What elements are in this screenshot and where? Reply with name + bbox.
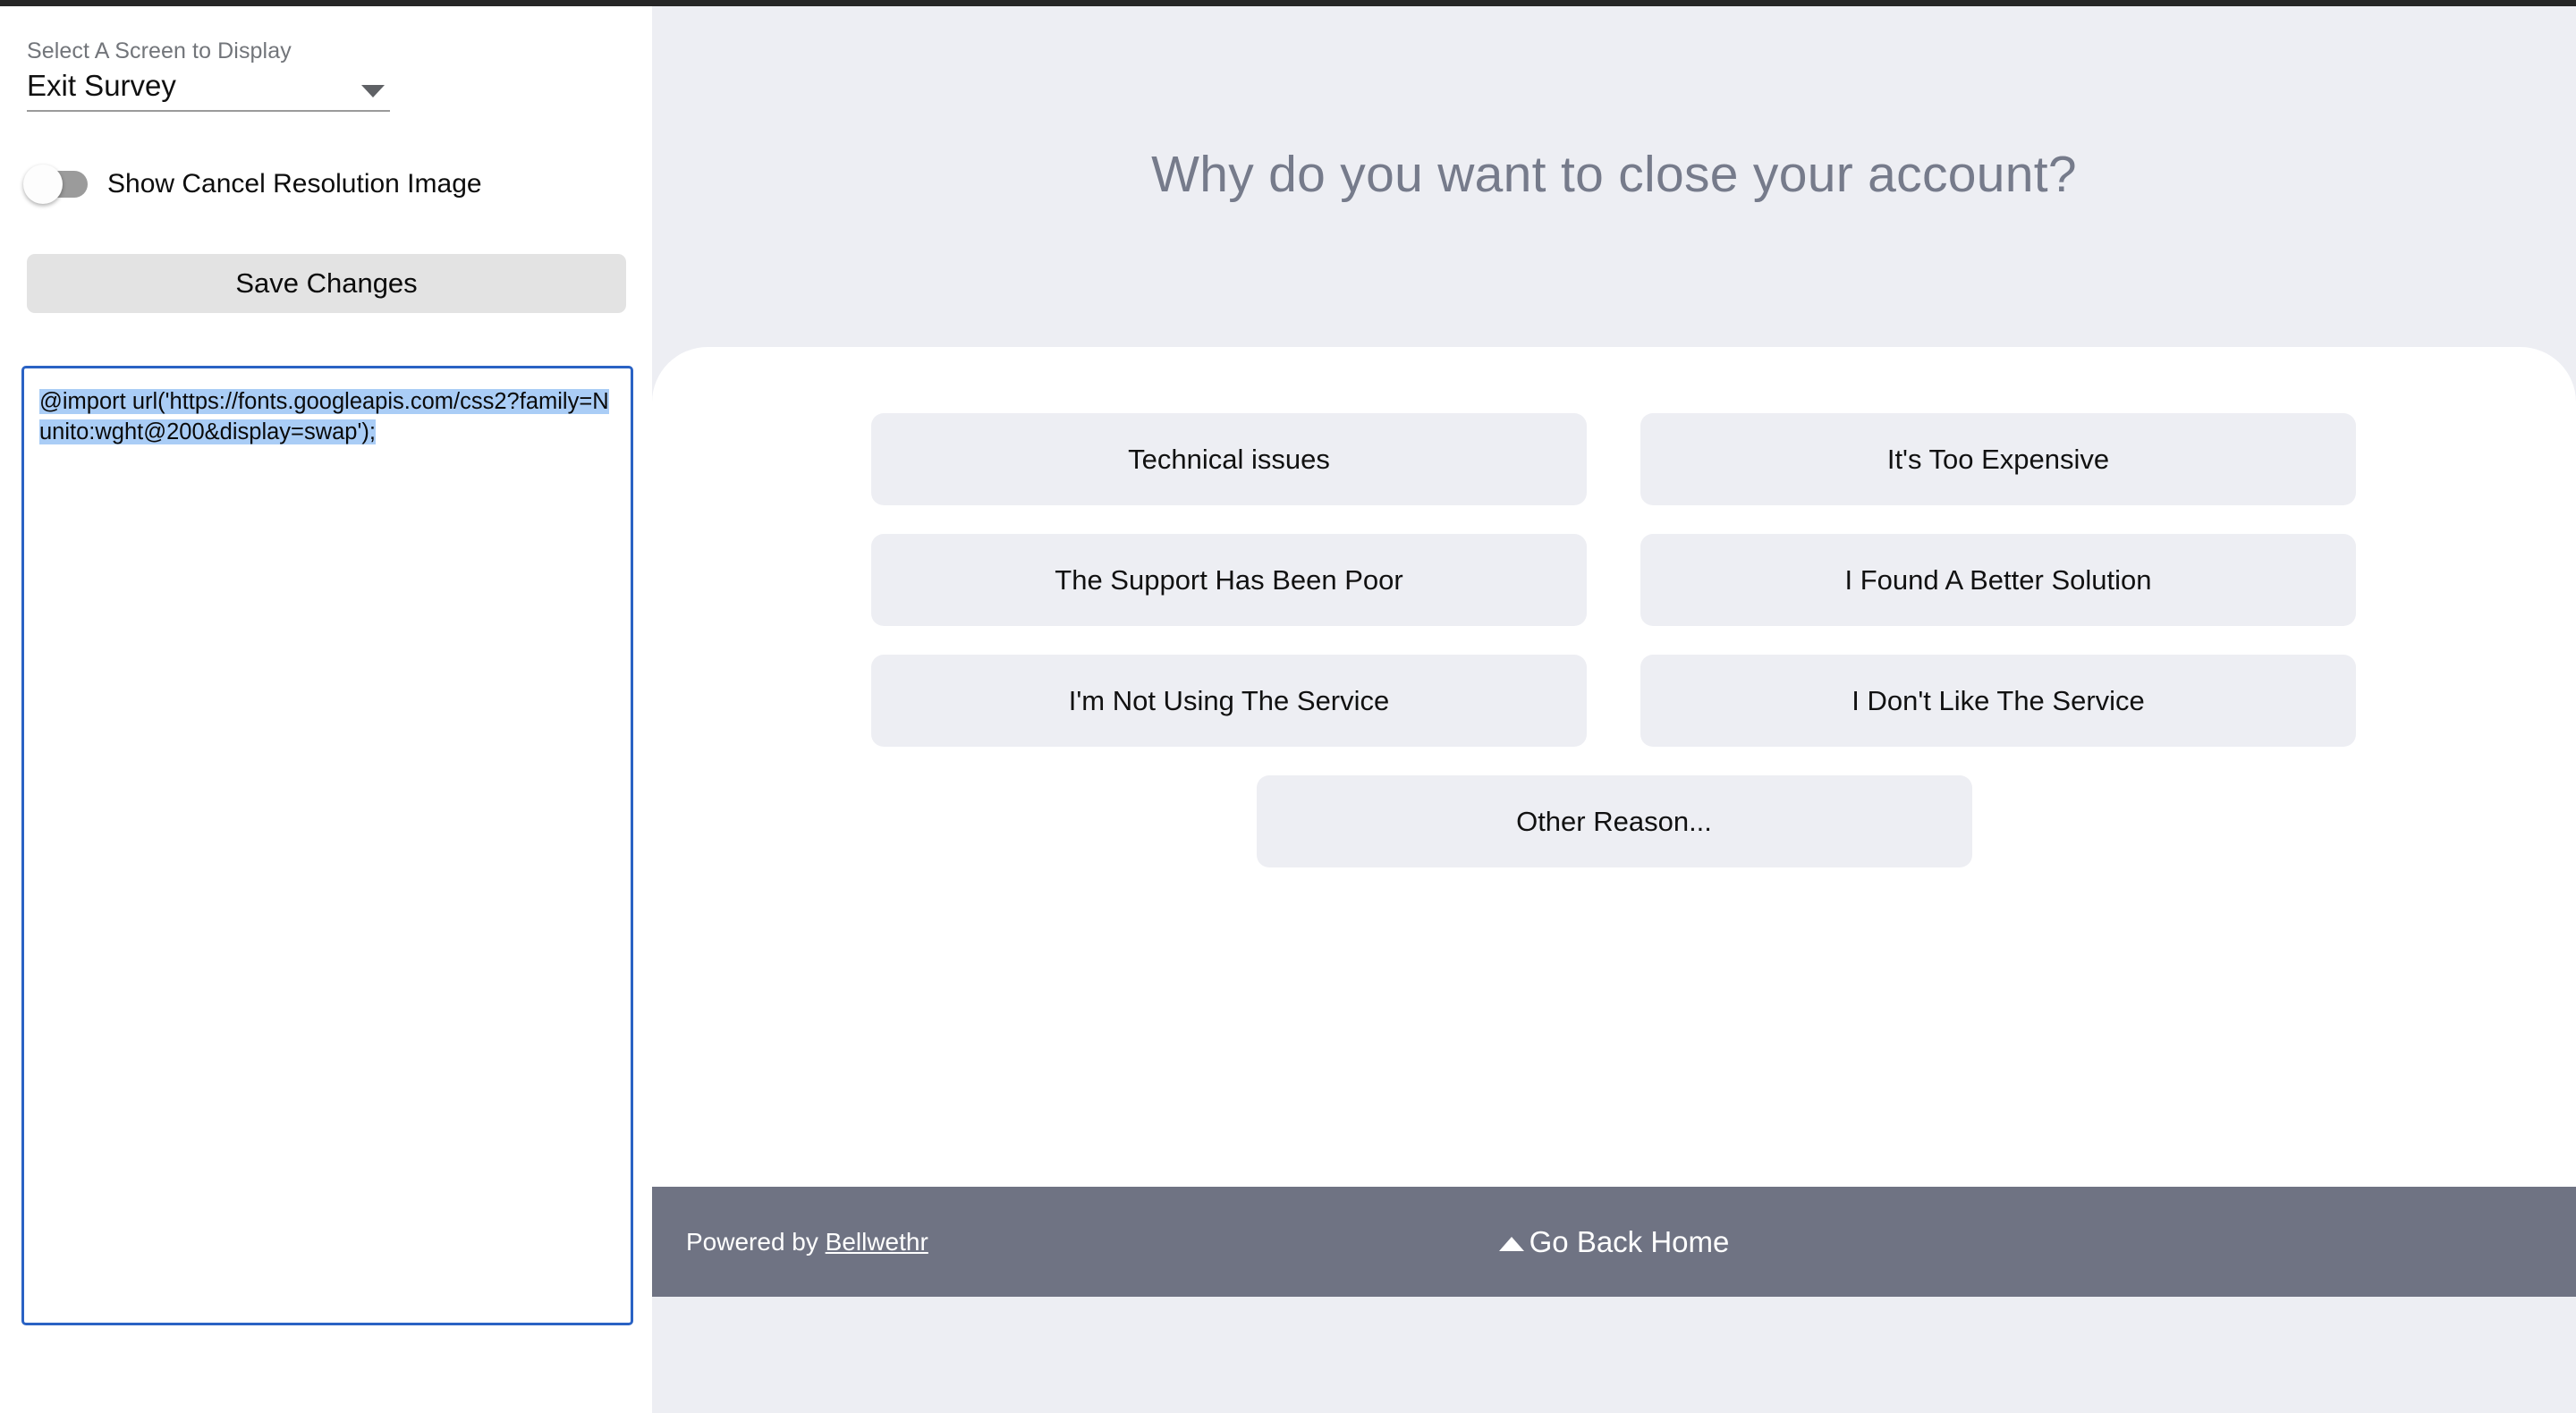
survey-option-other-reason-button[interactable]: Other Reason... bbox=[1256, 775, 1972, 867]
survey-footer: Powered by Bellwethr Go Back Home bbox=[652, 1187, 2576, 1297]
screen-select-dropdown[interactable]: Exit Survey bbox=[27, 67, 390, 112]
survey-options-grid: Technical issues It's Too Expensive The … bbox=[871, 413, 2357, 867]
survey-card: Technical issues It's Too Expensive The … bbox=[652, 347, 2576, 1297]
toggle-knob bbox=[23, 165, 63, 204]
toggle-label: Show Cancel Resolution Image bbox=[107, 169, 482, 199]
save-changes-button[interactable]: Save Changes bbox=[27, 254, 626, 313]
survey-question-title: Why do you want to close your account? bbox=[1151, 146, 2077, 203]
screen-select-value: Exit Survey bbox=[27, 69, 176, 102]
survey-last-option-row: Other Reason... bbox=[871, 775, 2357, 867]
code-editor-content[interactable]: @import url('https://fonts.googleapis.co… bbox=[39, 386, 616, 447]
code-editor-selected-text[interactable]: @import url('https://fonts.googleapis.co… bbox=[39, 389, 609, 444]
go-back-home-label: Go Back Home bbox=[1529, 1224, 1730, 1258]
screen-select-label: Select A Screen to Display bbox=[27, 38, 292, 63]
survey-option-button[interactable]: I Don't Like The Service bbox=[1640, 655, 2356, 747]
css-code-editor[interactable]: @import url('https://fonts.googleapis.co… bbox=[21, 366, 633, 1325]
window-top-strip bbox=[0, 0, 2576, 6]
survey-option-button[interactable]: I'm Not Using The Service bbox=[871, 655, 1587, 747]
go-back-home-button[interactable]: Go Back Home bbox=[652, 1225, 2576, 1259]
survey-option-button[interactable]: Technical issues bbox=[871, 413, 1587, 505]
survey-option-button[interactable]: I Found A Better Solution bbox=[1640, 534, 2356, 626]
caret-up-icon bbox=[1498, 1236, 1524, 1251]
survey-option-button[interactable]: It's Too Expensive bbox=[1640, 413, 2356, 505]
show-cancel-resolution-image-toggle[interactable] bbox=[23, 165, 88, 204]
config-panel: Select A Screen to Display Exit Survey S… bbox=[0, 6, 652, 1413]
survey-option-button[interactable]: The Support Has Been Poor bbox=[871, 534, 1587, 626]
survey-preview-pane: Why do you want to close your account? T… bbox=[652, 6, 2576, 1413]
show-cancel-resolution-image-row[interactable]: Show Cancel Resolution Image bbox=[23, 165, 482, 204]
chevron-down-icon bbox=[361, 85, 385, 97]
